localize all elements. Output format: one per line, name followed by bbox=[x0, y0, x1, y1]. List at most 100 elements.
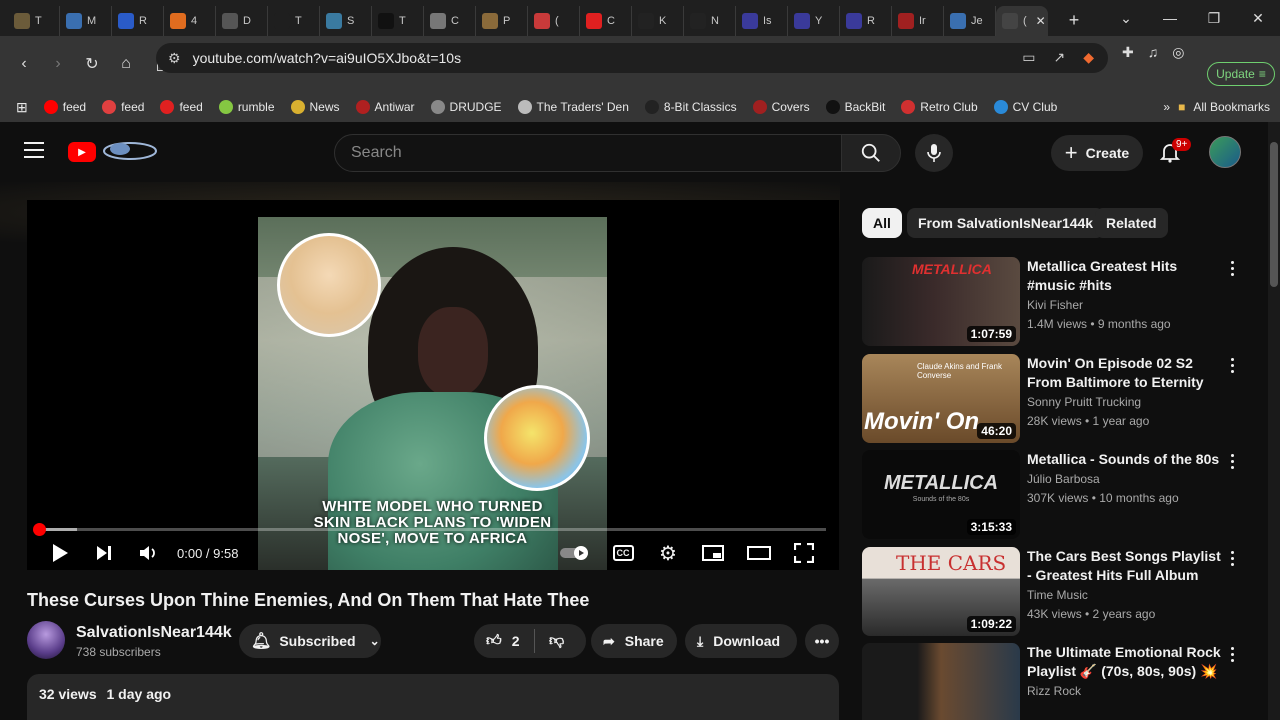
video-player[interactable]: WHITE MODEL WHO TURNED SKIN BLACK PLANS … bbox=[27, 200, 839, 570]
browser-tab[interactable]: T bbox=[268, 6, 320, 36]
scrubber-handle[interactable] bbox=[33, 523, 46, 536]
vpn-icon[interactable]: ◎ bbox=[1172, 44, 1184, 61]
chip-all[interactable]: All bbox=[862, 208, 902, 238]
address-bar[interactable]: ⚙ youtube.com/watch?v=ai9uIO5XJbo&t=10s … bbox=[156, 43, 1108, 73]
all-bookmarks-label[interactable]: All Bookmarks bbox=[1193, 100, 1270, 114]
channel-name[interactable]: SalvationIsNear144k bbox=[76, 624, 232, 642]
more-vertical-icon[interactable] bbox=[1231, 551, 1237, 569]
apps-icon[interactable]: ⊞ bbox=[16, 99, 28, 116]
more-vertical-icon[interactable] bbox=[1231, 358, 1237, 376]
scrollbar-thumb[interactable] bbox=[1270, 142, 1278, 287]
back-icon[interactable]: ‹ bbox=[10, 50, 38, 78]
recommendation-channel[interactable]: Rizz Rock bbox=[1027, 684, 1081, 698]
bookmark-item[interactable]: BackBit bbox=[825, 100, 885, 114]
page-scrollbar[interactable] bbox=[1268, 122, 1280, 720]
search-button[interactable] bbox=[841, 134, 901, 172]
chip-from-channel[interactable]: From SalvationIsNear144k bbox=[907, 208, 1105, 238]
new-tab-button[interactable]: + bbox=[1058, 10, 1090, 31]
more-vertical-icon[interactable] bbox=[1231, 454, 1237, 472]
recommendation-item[interactable]: The Ultimate Emotional Rock Playlist 🎸 (… bbox=[862, 643, 1254, 720]
url-text[interactable]: youtube.com/watch?v=ai9uIO5XJbo&t=10s bbox=[193, 50, 462, 66]
recommendation-channel[interactable]: Júlio Barbosa bbox=[1027, 472, 1100, 486]
close-window-icon[interactable]: ✕ bbox=[1236, 10, 1280, 27]
minimize-icon[interactable]: — bbox=[1148, 10, 1192, 26]
bookmark-item[interactable]: 8-Bit Classics bbox=[644, 100, 737, 114]
site-info-icon[interactable]: ⚙ bbox=[168, 50, 181, 67]
extensions-icon[interactable]: ✚ bbox=[1122, 44, 1134, 61]
cast-icon[interactable]: ▭ bbox=[1022, 49, 1035, 66]
browser-tab-active[interactable]: (✕ bbox=[996, 6, 1048, 36]
browser-tab[interactable]: N bbox=[684, 6, 736, 36]
youtube-doodle-icon[interactable] bbox=[100, 138, 158, 164]
theater-mode-icon[interactable] bbox=[746, 538, 772, 568]
browser-tab[interactable]: R bbox=[112, 6, 164, 36]
recommendation-title[interactable]: Movin' On Episode 02 S2 From Baltimore t… bbox=[1027, 354, 1222, 392]
chip-related[interactable]: Related bbox=[1095, 208, 1168, 238]
recommendation-item[interactable]: Claude Akins and Frank Converse Movin' O… bbox=[862, 354, 1254, 444]
progress-bar[interactable] bbox=[33, 523, 826, 536]
browser-tab[interactable]: Ir bbox=[892, 6, 944, 36]
recommendation-title[interactable]: Metallica Greatest Hits #music #hits bbox=[1027, 257, 1222, 295]
volume-icon[interactable] bbox=[137, 538, 161, 568]
recommendation-thumbnail[interactable]: Claude Akins and Frank Converse Movin' O… bbox=[862, 354, 1020, 443]
browser-tab[interactable]: K bbox=[632, 6, 684, 36]
recommendation-item[interactable]: THE CARS 1:09:22 The Cars Best Songs Pla… bbox=[862, 547, 1254, 637]
subscribed-button[interactable]: 🔔︎ Subscribed ⌄ bbox=[239, 624, 381, 658]
channel-avatar[interactable] bbox=[27, 621, 65, 659]
bookmark-item[interactable]: feed bbox=[102, 100, 144, 114]
more-vertical-icon[interactable] bbox=[1231, 647, 1237, 665]
bookmark-item[interactable]: Covers bbox=[752, 100, 810, 114]
browser-tab[interactable]: R bbox=[840, 6, 892, 36]
recommendation-thumbnail[interactable]: METALLICA 1:07:59 bbox=[862, 257, 1020, 346]
youtube-logo-icon[interactable]: ▶ bbox=[68, 142, 96, 162]
more-bookmarks-icon[interactable]: » bbox=[1163, 100, 1170, 114]
browser-tab[interactable]: T bbox=[372, 6, 424, 36]
recommendation-title[interactable]: The Ultimate Emotional Rock Playlist 🎸 (… bbox=[1027, 643, 1222, 681]
bookmark-item[interactable]: rumble bbox=[218, 100, 275, 114]
bookmark-item[interactable]: feed bbox=[43, 100, 86, 114]
browser-tab[interactable]: D bbox=[216, 6, 268, 36]
bookmark-item[interactable]: The Traders' Den bbox=[517, 100, 629, 114]
recommendation-thumbnail[interactable]: THE CARS 1:09:22 bbox=[862, 547, 1020, 636]
restore-icon[interactable]: ❐ bbox=[1192, 10, 1236, 27]
recommendation-item[interactable]: METALLICA Sounds of the 80s 3:15:33 Meta… bbox=[862, 450, 1254, 540]
browser-tab[interactable]: Y bbox=[788, 6, 840, 36]
recommendation-title[interactable]: Metallica - Sounds of the 80s bbox=[1027, 450, 1222, 469]
recommendation-item[interactable]: METALLICA 1:07:59 Metallica Greatest Hit… bbox=[862, 257, 1254, 347]
reload-icon[interactable]: ↻ bbox=[78, 50, 106, 78]
recommendation-channel[interactable]: Kivi Fisher bbox=[1027, 298, 1083, 312]
browser-tab[interactable]: S bbox=[320, 6, 372, 36]
browser-tab[interactable]: T bbox=[8, 6, 60, 36]
bookmark-item[interactable]: feed bbox=[160, 100, 203, 114]
autoplay-toggle[interactable] bbox=[559, 538, 593, 568]
browser-tab[interactable]: M bbox=[60, 6, 112, 36]
dislike-button[interactable]: 👎︎ bbox=[535, 632, 564, 650]
recommendation-thumbnail[interactable]: METALLICA Sounds of the 80s 3:15:33 bbox=[862, 450, 1020, 539]
bookmark-item[interactable]: Retro Club bbox=[901, 100, 978, 114]
subtitles-icon[interactable]: CC bbox=[611, 538, 635, 568]
download-button[interactable]: ⤓ Download bbox=[685, 624, 797, 658]
next-video-icon[interactable] bbox=[93, 538, 115, 568]
bookmark-item[interactable]: DRUDGE bbox=[430, 100, 502, 114]
share-button[interactable]: ➦ Share bbox=[591, 624, 677, 658]
brave-shield-icon[interactable]: ◆ bbox=[1083, 49, 1094, 66]
tab-search-icon[interactable]: ⌄ bbox=[1104, 10, 1148, 27]
tab-close-icon[interactable]: ✕ bbox=[1036, 14, 1046, 28]
forward-icon[interactable]: › bbox=[44, 50, 72, 78]
recommendation-channel[interactable]: Sonny Pruitt Trucking bbox=[1027, 395, 1141, 409]
share-page-icon[interactable]: ↗ bbox=[1053, 49, 1065, 66]
more-actions-button[interactable]: ••• bbox=[805, 624, 839, 658]
more-vertical-icon[interactable] bbox=[1231, 261, 1237, 279]
settings-gear-icon[interactable]: ⚙ bbox=[657, 538, 679, 568]
browser-tab[interactable]: Je bbox=[944, 6, 996, 36]
bookmark-item[interactable]: Antiwar bbox=[355, 100, 415, 114]
bookmark-item[interactable]: News bbox=[290, 100, 340, 114]
browser-tab[interactable]: Is bbox=[736, 6, 788, 36]
browser-tab[interactable]: ( bbox=[528, 6, 580, 36]
home-icon[interactable]: ⌂ bbox=[112, 50, 140, 78]
create-button[interactable]: + Create bbox=[1051, 135, 1143, 171]
play-icon[interactable] bbox=[49, 538, 71, 568]
media-icon[interactable]: ♫ bbox=[1148, 44, 1159, 61]
miniplayer-icon[interactable] bbox=[701, 538, 725, 568]
browser-tab[interactable]: C bbox=[424, 6, 476, 36]
